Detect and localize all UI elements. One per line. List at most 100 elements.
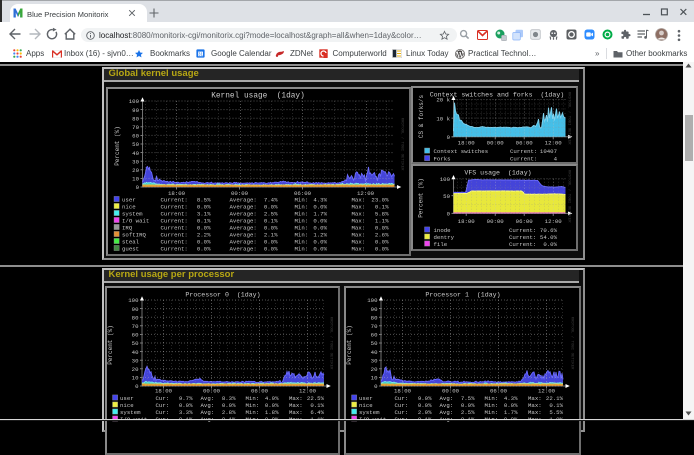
svg-text:Cur:: Cur: — [395, 394, 409, 401]
svg-text:0.0%: 0.0% — [265, 401, 279, 408]
svg-text:Min:: Min: — [485, 394, 499, 401]
svg-text:user: user — [359, 394, 373, 401]
svg-text:RRDTOOL / TOBI OETIKER: RRDTOOL / TOBI OETIKER — [566, 92, 571, 145]
svg-text:Forks: Forks — [433, 155, 450, 162]
svg-text:70.6%: 70.6% — [539, 227, 557, 234]
svg-text:Max:: Max: — [351, 196, 365, 203]
svg-text:Avg:: Avg: — [201, 401, 215, 408]
svg-text:nice: nice — [120, 401, 134, 408]
svg-text:file: file — [433, 241, 447, 248]
svg-text:0.0%: 0.0% — [504, 401, 518, 408]
svg-text:Current:: Current: — [160, 224, 187, 231]
svg-text:Min:: Min: — [294, 210, 308, 217]
svg-text:00:00: 00:00 — [486, 140, 504, 147]
svg-text:0.0%: 0.0% — [196, 238, 210, 245]
svg-text:0.0%: 0.0% — [179, 401, 193, 408]
svg-text:RRDTOOL / TOBI OETIKER: RRDTOOL / TOBI OETIKER — [566, 170, 571, 223]
svg-text:0.1%: 0.1% — [374, 203, 388, 210]
svg-text:system: system — [359, 408, 380, 415]
svg-text:12:00: 12:00 — [544, 140, 562, 147]
svg-text:0: 0 — [135, 184, 139, 191]
svg-text:0.0%: 0.0% — [374, 238, 388, 245]
svg-text:0: 0 — [135, 383, 139, 390]
svg-text:0: 0 — [446, 211, 450, 218]
svg-text:00:00: 00:00 — [486, 218, 504, 225]
svg-text:10: 10 — [371, 374, 378, 381]
svg-text:I/O wait: I/O wait — [122, 217, 149, 224]
svg-text:100: 100 — [367, 297, 378, 304]
svg-text:Percent (%): Percent (%) — [417, 178, 424, 218]
svg-text:Current:: Current: — [160, 196, 187, 203]
svg-text:06:00: 06:00 — [515, 140, 533, 147]
svg-text:18:00: 18:00 — [394, 387, 412, 394]
svg-text:Max:: Max: — [351, 238, 365, 245]
svg-text:100: 100 — [128, 98, 139, 105]
svg-text:0.1%: 0.1% — [549, 401, 563, 408]
svg-text:2.6%: 2.6% — [374, 231, 388, 238]
svg-text:Avg:: Avg: — [201, 394, 215, 401]
svg-text:4.3%: 4.3% — [504, 394, 518, 401]
svg-text:100: 100 — [128, 297, 139, 304]
svg-text:30: 30 — [371, 357, 378, 364]
svg-text:Current:: Current: — [510, 155, 537, 162]
svg-text:12:00: 12:00 — [299, 387, 317, 394]
svg-text:Avg:: Avg: — [201, 408, 215, 415]
svg-text:Current:: Current: — [509, 227, 536, 234]
svg-text:Cur:: Cur: — [156, 394, 170, 401]
svg-text:Current:: Current: — [160, 217, 187, 224]
svg-text:90: 90 — [132, 106, 139, 113]
svg-text:Processor 1 (1day): Processor 1 (1day) — [425, 291, 500, 298]
svg-text:steal: steal — [122, 238, 140, 245]
svg-text:RRDTOOL / TOBI OETIKER: RRDTOOL / TOBI OETIKER — [329, 316, 334, 369]
svg-text:Kernel usage (1day): Kernel usage (1day) — [211, 92, 305, 100]
svg-text:8.3%: 8.3% — [222, 394, 236, 401]
svg-text:60: 60 — [132, 331, 139, 338]
svg-text:Max:: Max: — [289, 408, 303, 415]
svg-text:00:00: 00:00 — [442, 387, 460, 394]
svg-text:Cur:: Cur: — [156, 408, 170, 415]
svg-text:guest: guest — [122, 245, 139, 252]
svg-text:Min:: Min: — [485, 401, 499, 408]
svg-text:50: 50 — [132, 141, 139, 148]
svg-text:dentry: dentry — [433, 234, 454, 241]
svg-text:0.0%: 0.0% — [313, 224, 327, 231]
svg-text:Min:: Min: — [294, 231, 308, 238]
svg-text:20 k: 20 k — [436, 97, 450, 104]
svg-text:2.8%: 2.8% — [222, 408, 236, 415]
svg-text:0.0%: 0.0% — [263, 224, 277, 231]
svg-text:18:00: 18:00 — [457, 218, 475, 225]
svg-text:Min:: Min: — [294, 217, 308, 224]
svg-text:IRQ: IRQ — [122, 224, 133, 231]
svg-text:1.7%: 1.7% — [313, 210, 327, 217]
svg-text:0.0%: 0.0% — [196, 245, 210, 252]
svg-text:RRDTOOL / TOBI OETIKER: RRDTOOL / TOBI OETIKER — [399, 117, 404, 170]
svg-text:8.5%: 8.5% — [196, 196, 210, 203]
svg-text:inode: inode — [433, 227, 451, 234]
svg-text:54.0%: 54.0% — [539, 234, 557, 241]
svg-text:nice: nice — [122, 203, 136, 210]
svg-text:60: 60 — [371, 331, 378, 338]
svg-text:2.5%: 2.5% — [263, 210, 277, 217]
svg-text:user: user — [122, 196, 136, 203]
svg-text:Average:: Average: — [229, 224, 256, 231]
svg-text:22.5%: 22.5% — [307, 394, 325, 401]
svg-text:Cur:: Cur: — [395, 401, 409, 408]
svg-text:Max:: Max: — [289, 394, 303, 401]
svg-text:Max:: Max: — [351, 203, 365, 210]
svg-text:VFS usage (1day): VFS usage (1day) — [464, 170, 531, 177]
svg-text:nice: nice — [359, 401, 373, 408]
svg-text:23.0%: 23.0% — [371, 196, 389, 203]
svg-text:12:00: 12:00 — [538, 387, 556, 394]
svg-text:Min:: Min: — [485, 408, 499, 415]
svg-text:0.0%: 0.0% — [196, 203, 210, 210]
svg-text:70: 70 — [132, 323, 139, 330]
svg-text:0.0%: 0.0% — [313, 245, 327, 252]
svg-text:Min:: Min: — [294, 196, 308, 203]
svg-text:30: 30 — [132, 357, 139, 364]
svg-text:50: 50 — [371, 340, 378, 347]
svg-text:20: 20 — [132, 167, 139, 174]
svg-text:0.0%: 0.0% — [313, 217, 327, 224]
svg-text:1.1%: 1.1% — [374, 217, 388, 224]
svg-text:Min:: Min: — [246, 401, 260, 408]
svg-text:Max:: Max: — [351, 210, 365, 217]
